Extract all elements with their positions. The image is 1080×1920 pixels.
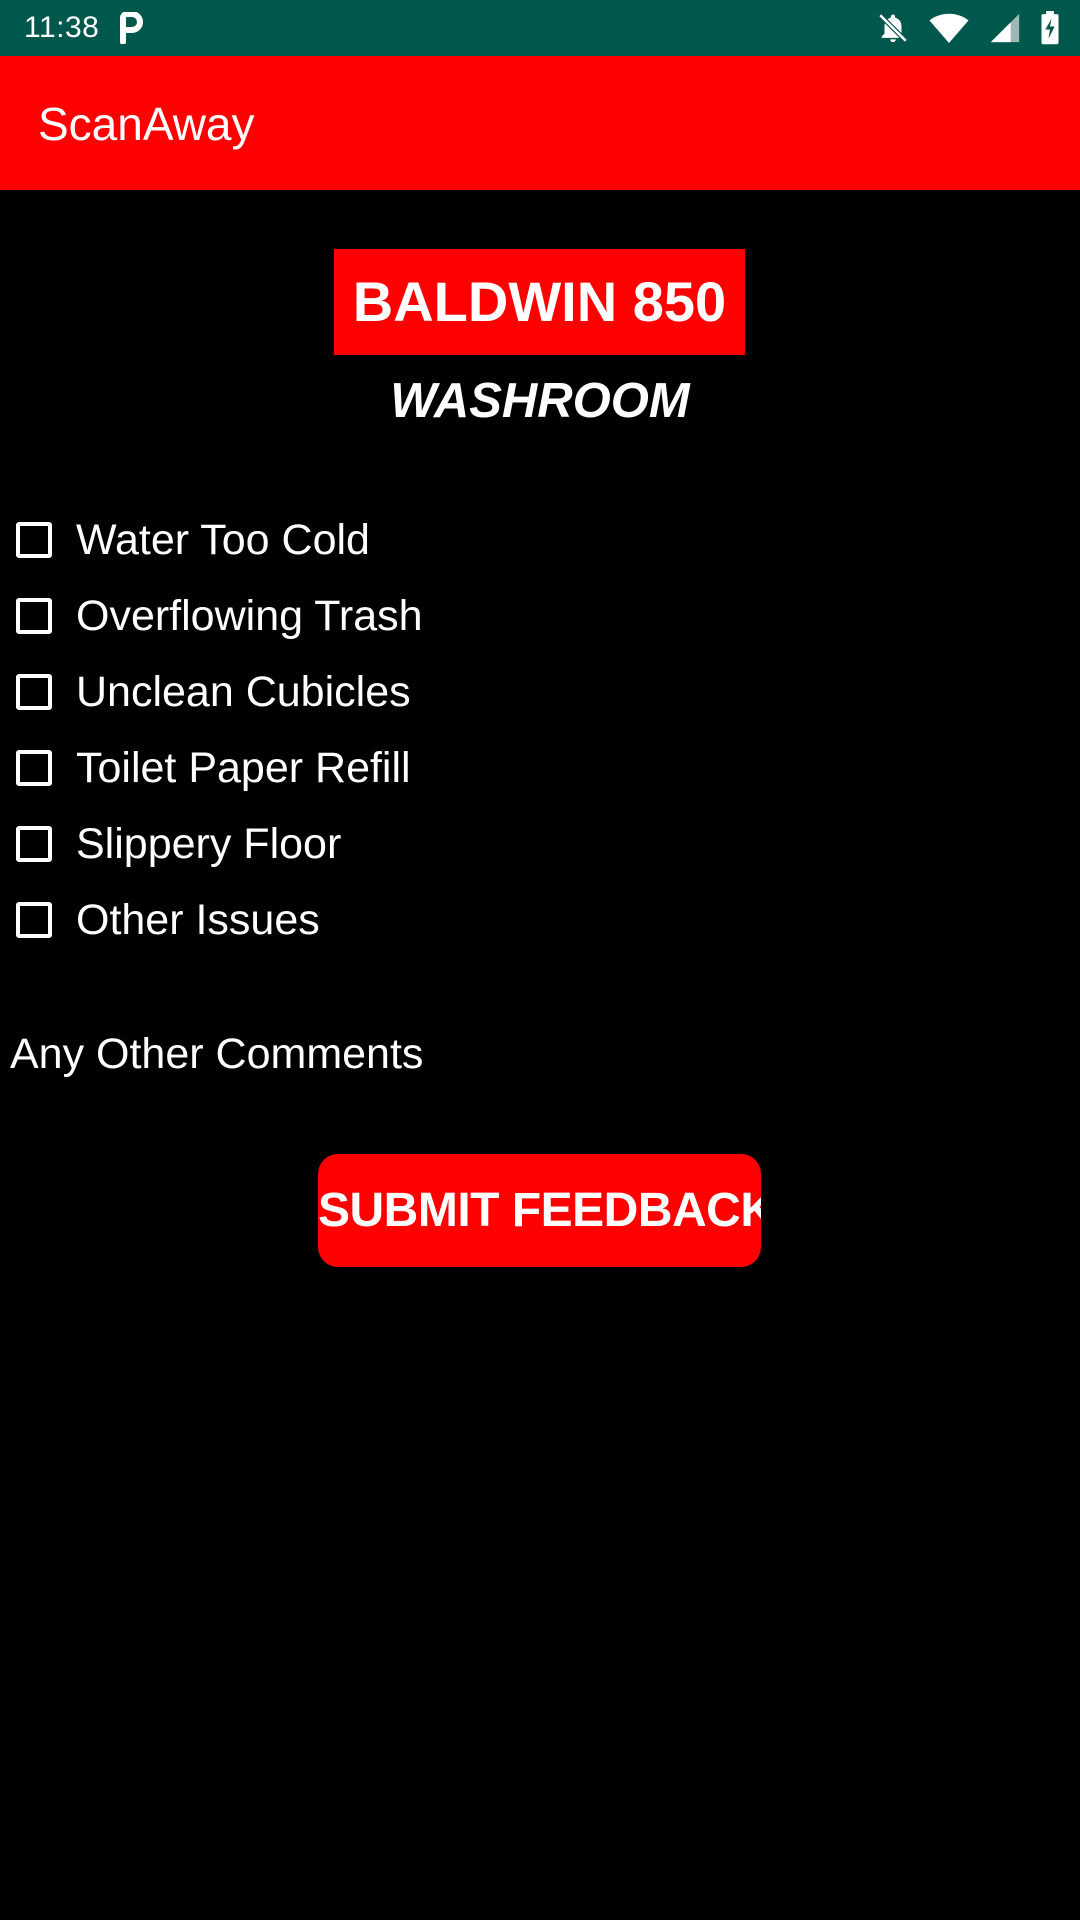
- checkbox-box[interactable]: [16, 674, 52, 710]
- submit-feedback-button[interactable]: SUBMIT FEEDBACK: [318, 1154, 761, 1267]
- feedback-screen: 11:38 ScanAway BALDWIN 850 WASHROOM Wate…: [0, 0, 1080, 1920]
- checkbox-label: Toilet Paper Refill: [76, 744, 411, 792]
- checkbox-unclean-cubicles[interactable]: Unclean Cubicles: [0, 654, 1080, 730]
- checkbox-overflowing-trash[interactable]: Overflowing Trash: [0, 578, 1080, 654]
- location-type: WASHROOM: [390, 374, 690, 428]
- status-bar: 11:38: [0, 0, 1080, 56]
- parking-p-icon: [120, 12, 143, 44]
- checkbox-label: Water Too Cold: [76, 516, 370, 564]
- location-name: BALDWIN 850: [352, 270, 727, 333]
- checkbox-water-too-cold[interactable]: Water Too Cold: [0, 502, 1080, 578]
- app-bar: ScanAway: [0, 56, 1080, 190]
- checkbox-box[interactable]: [16, 902, 52, 938]
- checkbox-toilet-paper-refill[interactable]: Toilet Paper Refill: [0, 730, 1080, 806]
- checkbox-box[interactable]: [16, 750, 52, 786]
- battery-charging-icon: [1041, 11, 1059, 45]
- checkbox-box[interactable]: [16, 826, 52, 862]
- checkbox-label: Other Issues: [76, 896, 320, 944]
- notifications-off-icon: [878, 13, 908, 43]
- checkbox-other-issues[interactable]: Other Issues: [0, 882, 1080, 958]
- checkbox-label: Slippery Floor: [76, 820, 342, 868]
- comments-input[interactable]: [10, 1022, 1070, 1086]
- app-title: ScanAway: [38, 98, 255, 150]
- cell-signal-icon: [990, 13, 1020, 43]
- checkbox-label: Overflowing Trash: [76, 592, 423, 640]
- wifi-icon: [929, 13, 969, 43]
- checkbox-box[interactable]: [16, 522, 52, 558]
- location-badge: BALDWIN 850: [334, 249, 745, 355]
- checkbox-box[interactable]: [16, 598, 52, 634]
- status-icons: [876, 10, 1060, 46]
- checkbox-slippery-floor[interactable]: Slippery Floor: [0, 806, 1080, 882]
- checkbox-label: Unclean Cubicles: [76, 668, 411, 716]
- issue-checklist: Water Too Cold Overflowing Trash Unclean…: [0, 502, 1080, 958]
- status-time: 11:38: [24, 11, 100, 44]
